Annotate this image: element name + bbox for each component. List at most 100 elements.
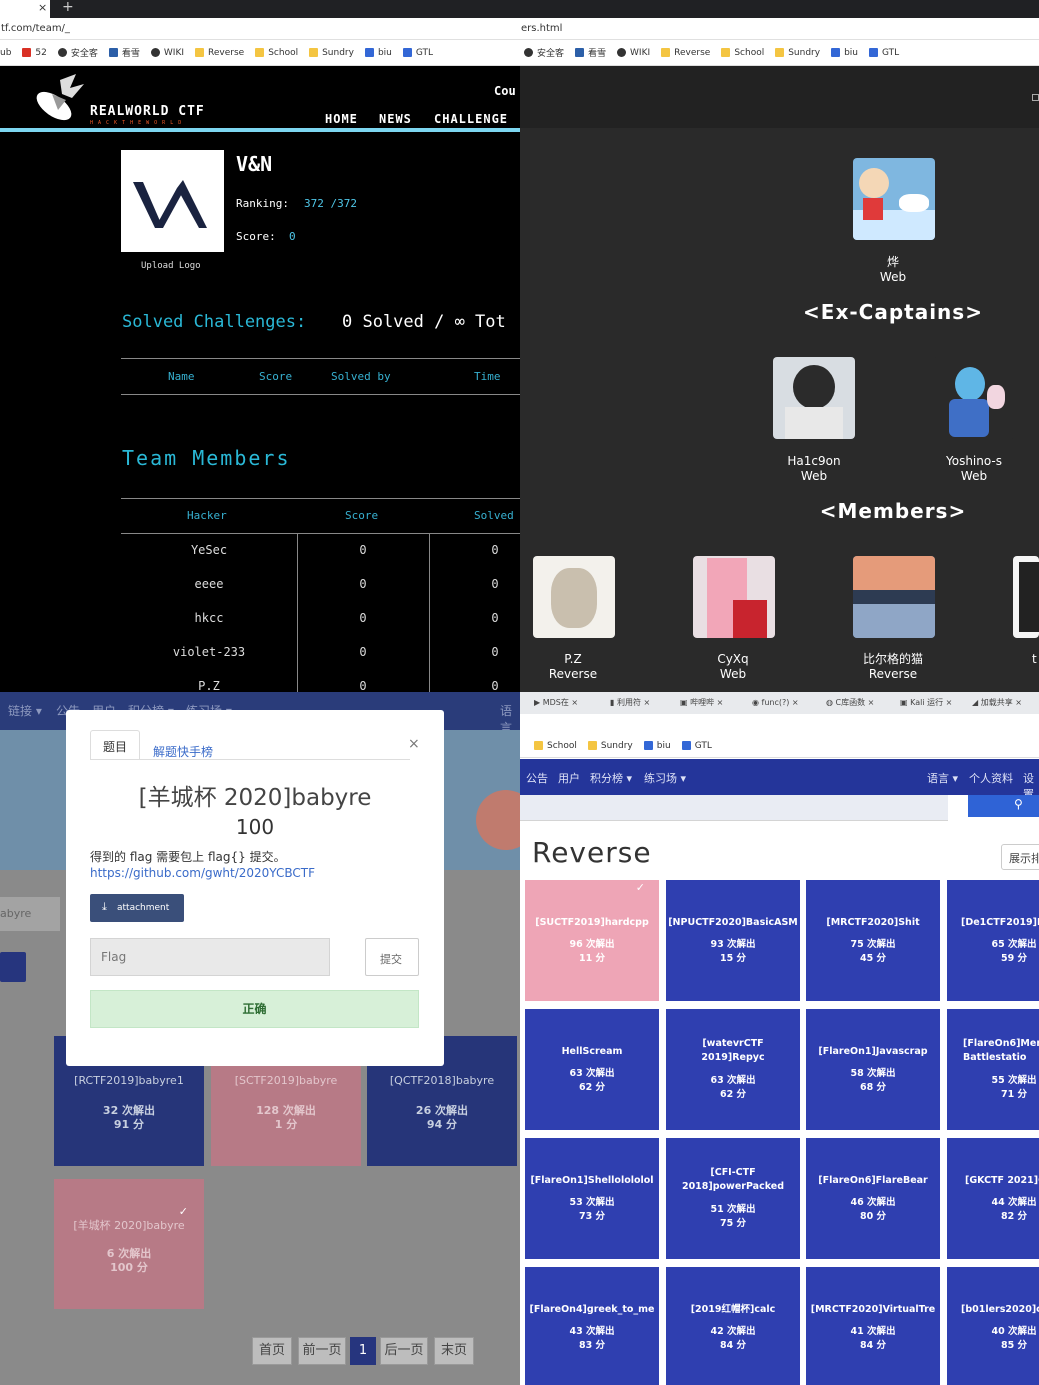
bookmark-gtl[interactable]: GTL xyxy=(402,48,433,58)
challenge-card[interactable]: [FlareOn6]Mem Battlestatio 55 次解出 71 分 xyxy=(947,1009,1039,1130)
team-name: V&N xyxy=(236,152,273,176)
challenge-card[interactable]: [NPUCTF2020]BasicASM 93 次解出 15 分 xyxy=(666,880,800,1001)
tab-close-icon[interactable]: × xyxy=(38,1,47,14)
browser-tab[interactable]: ▣ 哔哩哔 × xyxy=(680,694,723,711)
bookmark-biu[interactable]: biu xyxy=(364,48,392,58)
challenge-card[interactable]: [GKCTF 2021]C 44 次解出 82 分 xyxy=(947,1138,1039,1259)
challenge-card[interactable]: [FlareOn1]Javascrap 58 次解出 68 分 xyxy=(806,1009,940,1130)
challenge-modal: 题目 解题快手榜 × [羊城杯 2020]babyre 100 得到的 flag… xyxy=(66,710,444,1066)
bookmark-anquanke[interactable]: 安全客 xyxy=(57,46,98,59)
nav-profile[interactable]: 个人资料 xyxy=(969,770,1013,786)
flag-input[interactable]: Flag xyxy=(90,938,330,976)
bookmark-wiki[interactable]: WIKI xyxy=(150,48,184,58)
browser-tab[interactable]: ▮ 利用符 × xyxy=(610,694,650,711)
tv-icon xyxy=(643,741,653,750)
bookmark-gtl[interactable]: GTL xyxy=(869,48,899,58)
team-logo xyxy=(121,150,224,252)
browser-tab[interactable]: ◉ func(?) × xyxy=(752,694,799,711)
bookmark-52[interactable]: 52 xyxy=(22,48,47,58)
bookmark-kanxue[interactable]: 看雪 xyxy=(575,46,606,59)
bookmark-reverse[interactable]: Reverse xyxy=(195,48,244,58)
nav-links[interactable]: 链接 ▾ xyxy=(8,702,42,719)
challenge-card[interactable]: [FlareOn1]Shellolololol 53 次解出 73 分 xyxy=(525,1138,659,1259)
nav-contact[interactable]: Cou xyxy=(494,84,516,98)
browser-tab[interactable]: × xyxy=(0,0,50,18)
nav-users[interactable]: 用户 xyxy=(558,770,580,786)
globe-icon xyxy=(524,48,533,57)
site-logo[interactable]: REALWORLD CTF H A C K T H E W O R L D xyxy=(32,70,212,126)
search-button[interactable] xyxy=(0,952,26,982)
avatar xyxy=(853,556,935,638)
bookmark-school[interactable]: School xyxy=(534,741,577,751)
bookmark-sundry[interactable]: Sundry xyxy=(309,48,354,58)
search-button[interactable]: ⚲ xyxy=(968,795,1039,817)
submit-button[interactable]: 提交 xyxy=(365,938,419,976)
tab-fast-solvers[interactable]: 解题快手榜 xyxy=(153,743,213,760)
bookmark-sundry[interactable]: Sundry xyxy=(587,741,633,751)
search-field[interactable]: abyre xyxy=(0,897,60,931)
nav-notice[interactable]: 公告 xyxy=(526,770,548,786)
page-last[interactable]: 末页 xyxy=(434,1337,474,1365)
page-prev[interactable]: 前一页 xyxy=(298,1337,346,1365)
challenge-card[interactable]: [MRCTF2020]Shit 75 次解出 45 分 xyxy=(806,880,940,1001)
address-bar[interactable] xyxy=(520,714,1039,734)
member-role: Web xyxy=(719,667,747,681)
challenge-card[interactable]: [CFI-CTF 2018]powerPacked 51 次解出 75 分 xyxy=(666,1138,800,1259)
challenge-link[interactable]: https://github.com/gwht/2020YCBCTF xyxy=(90,866,315,880)
bookmark-biu[interactable]: biu xyxy=(643,741,671,751)
nav-challenge[interactable]: CHALLENGE xyxy=(434,112,508,126)
bookmark-wiki[interactable]: WIKI xyxy=(617,48,650,58)
new-tab-icon[interactable]: + xyxy=(62,0,74,15)
bookmarks-bar: School Sundry biu GTL xyxy=(520,734,1039,758)
challenge-card[interactable]: [2019红帽杯]calc 42 次解出 84 分 xyxy=(666,1267,800,1385)
page-current[interactable]: 1 xyxy=(350,1337,376,1365)
challenge-card[interactable]: ✓ [羊城杯 2020]babyre 6 次解出 100 分 xyxy=(54,1179,204,1309)
display-toggle-button[interactable]: 展示排 xyxy=(1001,844,1039,870)
nav-news[interactable]: NEWS xyxy=(379,112,412,126)
member-name: 比尔格的猫 xyxy=(862,652,923,666)
close-icon[interactable]: × xyxy=(408,736,420,752)
nav-scoreboard[interactable]: 积分榜 ▾ xyxy=(590,770,632,786)
page-next[interactable]: 后一页 xyxy=(380,1337,428,1365)
nav-language[interactable]: 语言 ▾ xyxy=(927,770,958,786)
challenge-card[interactable]: [MRCTF2020]VirtualTre 41 次解出 84 分 xyxy=(806,1267,940,1385)
challenge-card[interactable]: [De1CTF2019]R 65 次解出 59 分 xyxy=(947,880,1039,1001)
attachment-button[interactable]: ⤓ attachment xyxy=(90,894,184,922)
nav-practice[interactable]: 练习场 ▾ xyxy=(644,770,686,786)
bookmarks-bar: 安全客 看雪 WIKI Reverse School Sundry biu GT… xyxy=(520,40,1039,66)
bookmark-reverse[interactable]: Reverse xyxy=(661,48,710,58)
bookmark-school[interactable]: School xyxy=(255,48,298,58)
bookmark-sundry[interactable]: Sundry xyxy=(775,48,820,58)
browser-tab[interactable]: ▣ Kali 运行 × xyxy=(900,694,952,711)
header-divider xyxy=(0,128,520,132)
member-score: 0 xyxy=(359,543,367,557)
bookmark-anquanke[interactable]: 安全客 xyxy=(524,46,564,59)
nav-home[interactable]: HOME xyxy=(325,112,358,126)
address-bar[interactable]: tf.com/team/_ xyxy=(0,18,520,40)
avatar xyxy=(933,357,1015,439)
page-first[interactable]: 首页 xyxy=(252,1337,292,1365)
challenge-card[interactable]: [FlareOn4]greek_to_me 43 次解出 83 分 xyxy=(525,1267,659,1385)
challenge-card[interactable]: [FlareOn6]FlareBear 46 次解出 80 分 xyxy=(806,1138,940,1259)
search-input[interactable] xyxy=(520,795,948,821)
challenge-card[interactable]: ✓ [SUCTF2019]hardcpp 96 次解出 11 分 xyxy=(525,880,659,1001)
browser-tab[interactable]: ◢ 加载共享 × xyxy=(972,694,1022,711)
translate-icon xyxy=(402,48,412,57)
grid-icon xyxy=(22,48,32,57)
bookmark-github[interactable]: ub xyxy=(0,48,11,58)
browser-tab[interactable]: ◍ C库函数 × xyxy=(826,694,874,711)
bookmark-school[interactable]: School xyxy=(721,48,764,58)
challenge-card[interactable]: [watevrCTF 2019]Repyc 63 次解出 62 分 xyxy=(666,1009,800,1130)
upload-logo-link[interactable]: Upload Logo xyxy=(141,261,201,271)
tab-challenge[interactable]: 题目 xyxy=(90,730,140,760)
bookmark-kanxue[interactable]: 看雪 xyxy=(108,46,140,59)
home-icon[interactable] xyxy=(1032,94,1039,101)
brand-tagline: H A C K T H E W O R L D xyxy=(90,120,183,126)
address-bar[interactable]: ers.html xyxy=(520,18,1039,40)
bookmark-gtl[interactable]: GTL xyxy=(681,741,712,751)
bookmark-biu[interactable]: biu xyxy=(831,48,858,58)
challenge-card[interactable]: HellScream 63 次解出 62 分 xyxy=(525,1009,659,1130)
browser-tab[interactable]: ▶ MDS在 × xyxy=(534,694,578,711)
challenge-card[interactable]: [b01lers2020]cl 40 次解出 85 分 xyxy=(947,1267,1039,1385)
col-name: Name xyxy=(168,370,195,383)
